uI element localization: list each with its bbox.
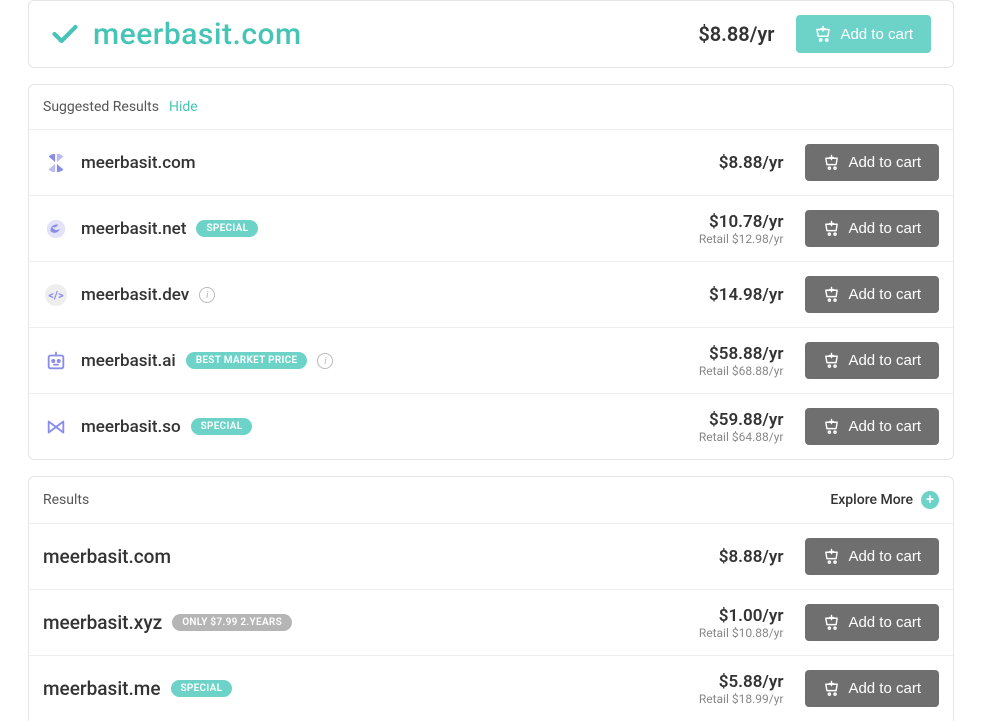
- hero-add-to-cart-button[interactable]: Add to cart: [796, 15, 931, 53]
- add-to-cart-button[interactable]: Add to cart: [805, 276, 939, 313]
- svg-text:</>: </>: [48, 289, 64, 302]
- retail-price: Retail $68.88/yr: [699, 364, 784, 378]
- price-block: $59.88/yrRetail $64.88/yr: [699, 410, 784, 444]
- cart-icon: [823, 418, 840, 435]
- price-block: $10.78/yrRetail $12.98/yr: [699, 212, 784, 246]
- add-to-cart-label: Add to cart: [848, 418, 921, 435]
- results-row: meerbasit.me SPECIAL $5.88/yrRetail $18.99…: [29, 655, 953, 721]
- badge: SPECIAL: [196, 220, 258, 237]
- results-row: meerbasit.com $8.88/yr Add to cart: [29, 523, 953, 589]
- badge: SPECIAL: [191, 418, 253, 435]
- suggested-row: meerbasit.ai BEST MARKET PRICE i $58.88/yrR…: [29, 327, 953, 393]
- badge: ONLY $7.99 2.YEARS: [172, 614, 292, 631]
- add-to-cart-button[interactable]: Add to cart: [805, 408, 939, 445]
- bowtie-icon: [43, 414, 69, 440]
- hide-link[interactable]: Hide: [169, 99, 198, 115]
- add-to-cart-button[interactable]: Add to cart: [805, 144, 939, 181]
- price-block: $1.00/yrRetail $10.88/yr: [699, 606, 784, 640]
- domain-name: meerbasit.ai: [81, 351, 176, 371]
- hero-card: meerbasit.com $8.88/yr Add to cart: [28, 0, 954, 68]
- domain-name: meerbasit.com: [81, 153, 196, 173]
- cart-icon: [823, 614, 840, 631]
- suggested-row: meerbasit.so SPECIAL $59.88/yrRetail $64.8…: [29, 393, 953, 459]
- swirl-icon: [43, 216, 69, 242]
- robot-icon: [43, 348, 69, 374]
- add-to-cart-label: Add to cart: [848, 614, 921, 631]
- add-to-cart-label: Add to cart: [848, 680, 921, 697]
- cart-icon: [823, 220, 840, 237]
- add-to-cart-button[interactable]: Add to cart: [805, 342, 939, 379]
- add-to-cart-button[interactable]: Add to cart: [805, 670, 939, 707]
- price: $58.88/yr: [699, 344, 784, 364]
- retail-price: Retail $18.99/yr: [699, 692, 784, 706]
- suggested-row: </> meerbasit.dev i $14.98/yr Add to cart: [29, 261, 953, 327]
- retail-price: Retail $12.98/yr: [699, 232, 784, 246]
- cart-icon: [814, 25, 832, 43]
- add-to-cart-button[interactable]: Add to cart: [805, 604, 939, 641]
- add-to-cart-label: Add to cart: [848, 352, 921, 369]
- retail-price: Retail $10.88/yr: [699, 626, 784, 640]
- badge: BEST MARKET PRICE: [186, 352, 308, 369]
- info-icon[interactable]: i: [317, 353, 333, 369]
- price: $1.00/yr: [699, 606, 784, 626]
- results-card: Results Explore More + meerbasit.com $8.8…: [28, 476, 954, 721]
- price: $10.78/yr: [699, 212, 784, 232]
- suggested-results-title: Suggested Results: [43, 99, 159, 115]
- hero-domain: meerbasit.com: [93, 17, 698, 52]
- globe-icon: [43, 150, 69, 176]
- cart-icon: [823, 548, 840, 565]
- price-block: $8.88/yr: [719, 153, 784, 173]
- hero-price: $8.88/yr: [698, 22, 774, 46]
- code-icon: </>: [43, 282, 69, 308]
- price: $5.88/yr: [699, 672, 784, 692]
- add-to-cart-label: Add to cart: [848, 220, 921, 237]
- cart-icon: [823, 286, 840, 303]
- retail-price: Retail $64.88/yr: [699, 430, 784, 444]
- price-block: $5.88/yrRetail $18.99/yr: [699, 672, 784, 706]
- price: $8.88/yr: [719, 547, 784, 567]
- info-icon[interactable]: i: [199, 287, 215, 303]
- explore-more-button[interactable]: Explore More +: [830, 491, 939, 509]
- results-title: Results: [43, 492, 89, 508]
- checkmark-icon: [51, 20, 79, 48]
- price-block: $8.88/yr: [719, 547, 784, 567]
- price-block: $58.88/yrRetail $68.88/yr: [699, 344, 784, 378]
- suggested-row: meerbasit.com $8.88/yr Add to cart: [29, 129, 953, 195]
- domain-name: meerbasit.com: [43, 545, 171, 568]
- cart-icon: [823, 352, 840, 369]
- price: $8.88/yr: [719, 153, 784, 173]
- badge: SPECIAL: [171, 680, 233, 697]
- explore-more-label: Explore More: [830, 492, 913, 508]
- add-to-cart-button[interactable]: Add to cart: [805, 538, 939, 575]
- domain-name: meerbasit.dev: [81, 285, 189, 305]
- hero-add-to-cart-label: Add to cart: [840, 26, 913, 43]
- domain-name: meerbasit.so: [81, 417, 181, 437]
- plus-icon: +: [921, 491, 939, 509]
- domain-name: meerbasit.xyz: [43, 611, 162, 634]
- cart-icon: [823, 154, 840, 171]
- results-row: meerbasit.xyz ONLY $7.99 2.YEARS $1.00/yrR…: [29, 589, 953, 655]
- add-to-cart-label: Add to cart: [848, 154, 921, 171]
- price-block: $14.98/yr: [709, 285, 783, 305]
- suggested-results-card: Suggested Results Hide meerbasit.com $8.8…: [28, 84, 954, 460]
- add-to-cart-label: Add to cart: [848, 548, 921, 565]
- suggested-row: meerbasit.net SPECIAL $10.78/yrRetail $12.…: [29, 195, 953, 261]
- cart-icon: [823, 680, 840, 697]
- domain-name: meerbasit.net: [81, 219, 186, 239]
- domain-name: meerbasit.me: [43, 677, 161, 700]
- add-to-cart-label: Add to cart: [848, 286, 921, 303]
- price: $14.98/yr: [709, 285, 783, 305]
- add-to-cart-button[interactable]: Add to cart: [805, 210, 939, 247]
- price: $59.88/yr: [699, 410, 784, 430]
